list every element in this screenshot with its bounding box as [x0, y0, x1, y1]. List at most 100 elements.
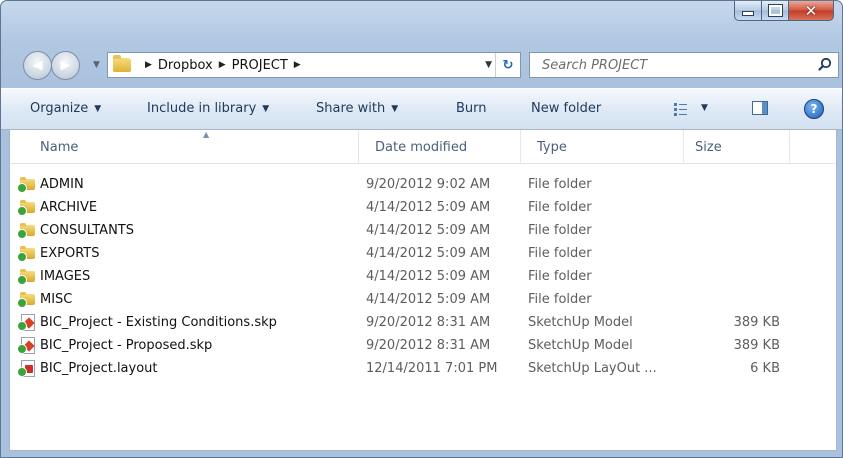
- file-type: File folder: [528, 200, 592, 215]
- file-name: MISC: [40, 292, 73, 307]
- chevron-down-icon: ▼: [94, 104, 102, 114]
- column-divider[interactable]: [358, 130, 359, 163]
- file-list-pane: ▲ Name Date modified Type Size ADMIN 9/2…: [9, 129, 837, 451]
- file-name: EXPORTS: [40, 246, 100, 261]
- layout-file-icon: [17, 360, 36, 377]
- organize-label: Organize: [30, 101, 89, 116]
- address-dropdown-icon[interactable]: ▼: [485, 60, 492, 70]
- sketchup-file-icon: [17, 314, 36, 331]
- file-date: 4/14/2012 5:09 AM: [366, 200, 491, 215]
- file-type: SketchUp Model: [528, 315, 633, 330]
- close-button[interactable]: ✕: [788, 1, 834, 21]
- close-icon: ✕: [804, 1, 818, 20]
- file-row-existing-conditions[interactable]: BIC_Project - Existing Conditions.skp 9/…: [10, 311, 836, 334]
- sketchup-file-icon: [17, 337, 36, 354]
- recent-pages-dropdown-icon[interactable]: ▼: [93, 60, 100, 70]
- breadcrumb-separator-icon[interactable]: ▶: [294, 60, 301, 70]
- file-row-misc[interactable]: MISC 4/14/2012 5:09 AM File folder: [10, 288, 836, 311]
- file-date: 4/14/2012 5:09 AM: [366, 246, 491, 261]
- forward-button[interactable]: ▶: [51, 51, 80, 80]
- chevron-down-icon: ▼: [262, 104, 270, 114]
- folder-icon: [17, 268, 36, 285]
- maximize-button[interactable]: [761, 1, 788, 21]
- sync-check-icon: [17, 183, 27, 193]
- address-bar[interactable]: ▶ Dropbox ▶ PROJECT ▶ ▼ ↻: [107, 52, 521, 78]
- folder-icon: [17, 199, 36, 216]
- help-icon[interactable]: ?: [804, 99, 824, 119]
- file-name: BIC_Project.layout: [40, 361, 158, 376]
- file-date: 4/14/2012 5:09 AM: [366, 292, 491, 307]
- share-with-label: Share with: [316, 101, 386, 116]
- file-size: 389 KB: [733, 338, 780, 353]
- breadcrumb-separator-icon[interactable]: ▶: [145, 60, 152, 70]
- column-header-row: ▲ Name Date modified Type Size: [10, 130, 836, 164]
- file-row-exports[interactable]: EXPORTS 4/14/2012 5:09 AM File folder: [10, 242, 836, 265]
- file-name: CONSULTANTS: [40, 223, 134, 238]
- file-row-images[interactable]: IMAGES 4/14/2012 5:09 AM File folder: [10, 265, 836, 288]
- minimize-icon: [742, 11, 754, 16]
- sort-ascending-icon: ▲: [203, 130, 210, 139]
- search-input[interactable]: [540, 56, 814, 74]
- file-row-layout[interactable]: BIC_Project.layout 12/14/2011 7:01 PM Sk…: [10, 357, 836, 380]
- back-button[interactable]: ◀: [23, 51, 52, 80]
- sync-check-icon: [17, 298, 27, 308]
- folder-icon: [113, 55, 131, 72]
- file-date: 12/14/2011 7:01 PM: [366, 361, 498, 376]
- command-bar: Organize ▼ Include in library ▼ Share with…: [1, 88, 842, 130]
- file-type: SketchUp Model: [528, 338, 633, 353]
- sync-check-icon: [17, 229, 27, 239]
- column-divider[interactable]: [789, 130, 790, 163]
- preview-pane-icon[interactable]: [752, 101, 768, 115]
- file-row-consultants[interactable]: CONSULTANTS 4/14/2012 5:09 AM File folde…: [10, 219, 836, 242]
- share-with-button[interactable]: Share with ▼: [316, 101, 398, 116]
- caption-buttons: ✕: [734, 1, 834, 23]
- column-header-size[interactable]: Size: [695, 140, 722, 155]
- explorer-window: ✕ ◀ ▶ ▼ ▶ Dropbox ▶ PROJECT ▶ ▼ ↻ Search…: [0, 0, 843, 458]
- column-divider[interactable]: [683, 130, 684, 163]
- file-type: File folder: [528, 246, 592, 261]
- file-date: 4/14/2012 5:09 AM: [366, 269, 491, 284]
- include-in-library-label: Include in library: [147, 101, 257, 116]
- sync-check-icon: [17, 275, 27, 285]
- column-header-type[interactable]: Type: [537, 140, 567, 155]
- refresh-button[interactable]: ↻: [495, 53, 520, 77]
- file-name: ARCHIVE: [40, 200, 98, 215]
- view-options-dropdown-icon[interactable]: ▼: [701, 103, 708, 113]
- change-view-icon[interactable]: [673, 101, 689, 117]
- search-box[interactable]: [529, 52, 839, 78]
- file-row-admin[interactable]: ADMIN 9/20/2012 9:02 AM File folder: [10, 173, 836, 196]
- breadcrumb-separator-icon[interactable]: ▶: [219, 60, 226, 70]
- column-header-name[interactable]: Name: [40, 140, 78, 155]
- file-name: BIC_Project - Proposed.skp: [40, 338, 213, 353]
- organize-button[interactable]: Organize ▼: [30, 101, 101, 116]
- sync-check-icon: [17, 206, 27, 216]
- column-header-date-modified[interactable]: Date modified: [375, 140, 467, 155]
- column-divider[interactable]: [520, 130, 521, 163]
- back-arrow-icon: ◀: [32, 58, 43, 73]
- file-row-archive[interactable]: ARCHIVE 4/14/2012 5:09 AM File folder: [10, 196, 836, 219]
- file-type: File folder: [528, 177, 592, 192]
- file-type: File folder: [528, 292, 592, 307]
- file-type: SketchUp LayOut ...: [528, 361, 657, 376]
- file-list: ADMIN 9/20/2012 9:02 AM File folder ARCH…: [10, 173, 836, 380]
- file-size: 389 KB: [733, 315, 780, 330]
- file-row-proposed[interactable]: BIC_Project - Proposed.skp 9/20/2012 8:3…: [10, 334, 836, 357]
- include-in-library-button[interactable]: Include in library ▼: [147, 101, 269, 116]
- address-row: ◀ ▶ ▼ ▶ Dropbox ▶ PROJECT ▶ ▼ ↻: [1, 51, 842, 81]
- new-folder-button[interactable]: New folder: [531, 101, 601, 116]
- refresh-icon: ↻: [502, 57, 514, 73]
- minimize-button[interactable]: [734, 1, 761, 21]
- file-size: 6 KB: [750, 361, 780, 376]
- folder-icon: [17, 222, 36, 239]
- maximize-icon: [767, 4, 783, 17]
- file-name: BIC_Project - Existing Conditions.skp: [40, 315, 277, 330]
- file-date: 9/20/2012 8:31 AM: [366, 315, 491, 330]
- burn-button[interactable]: Burn: [456, 101, 487, 116]
- search-icon[interactable]: [818, 57, 832, 71]
- sync-check-icon: [17, 344, 27, 354]
- sync-check-icon: [17, 321, 27, 331]
- file-date: 9/20/2012 8:31 AM: [366, 338, 491, 353]
- breadcrumb-dropbox[interactable]: Dropbox: [158, 58, 213, 73]
- file-name: ADMIN: [40, 177, 84, 192]
- breadcrumb-project[interactable]: PROJECT: [232, 58, 288, 73]
